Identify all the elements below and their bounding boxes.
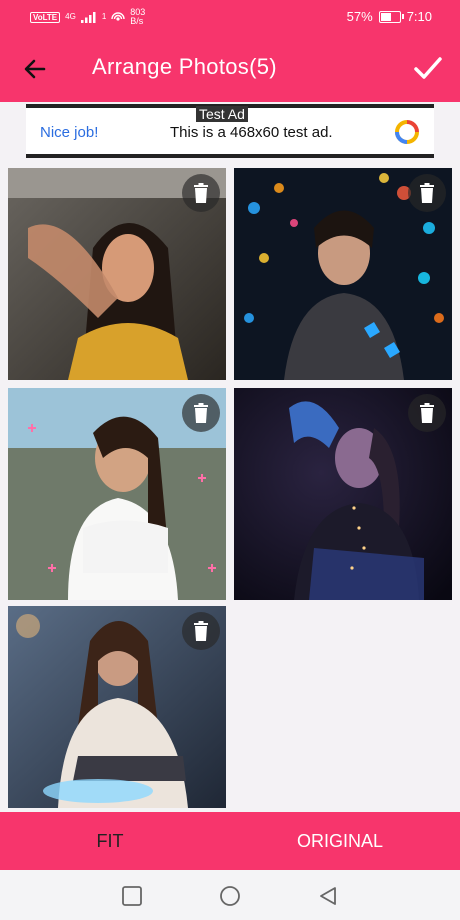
page-title: Arrange Photos(5)	[92, 54, 277, 79]
ad-nice-text: Nice job!	[40, 124, 99, 141]
test-ad-badge: Test Ad	[196, 106, 248, 122]
bottom-action-bar: FIT ORIGINAL	[0, 812, 460, 870]
status-right: 57% 7:10	[347, 9, 432, 24]
delete-button[interactable]	[182, 612, 220, 650]
trash-icon	[420, 403, 434, 423]
network-type: 4G	[65, 12, 76, 21]
recents-square-icon[interactable]	[121, 885, 143, 907]
photo-tile[interactable]	[8, 168, 226, 380]
back-triangle-icon[interactable]	[317, 885, 339, 907]
volte-badge: VoLTE	[30, 11, 61, 23]
status-left: VoLTE 4G 1 803 B/s	[30, 8, 145, 26]
trash-icon	[194, 621, 208, 641]
delete-button[interactable]	[408, 174, 446, 212]
battery-fill	[380, 12, 391, 21]
delete-button[interactable]	[408, 394, 446, 432]
battery-icon	[378, 10, 404, 23]
photo-tile[interactable]	[234, 388, 452, 600]
photo-tile[interactable]	[8, 388, 226, 600]
ad-body-text: This is a 468x60 test ad.	[170, 124, 333, 141]
status-bar: VoLTE 4G 1 803 B/s 57% 7:10	[0, 0, 460, 34]
hotspot-icon	[111, 12, 125, 21]
arrow-left-icon[interactable]	[20, 54, 50, 84]
checkmark-icon[interactable]	[412, 52, 444, 84]
clock: 7:10	[406, 9, 432, 24]
sim-number: 1	[101, 12, 107, 21]
home-circle-icon[interactable]	[219, 885, 241, 907]
delete-button[interactable]	[182, 394, 220, 432]
network-speed: 803 B/s	[130, 8, 145, 26]
top-toolbar: Arrange Photos(5)	[0, 34, 460, 102]
speed-unit: B/s	[130, 16, 144, 26]
delete-button[interactable]	[182, 174, 220, 212]
original-button[interactable]: ORIGINAL	[220, 812, 460, 870]
system-nav-bar	[0, 870, 460, 920]
photo-tile[interactable]	[234, 168, 452, 380]
trash-icon	[194, 403, 208, 423]
photo-tile[interactable]	[8, 606, 226, 808]
fit-button[interactable]: FIT	[0, 812, 220, 870]
trash-icon	[194, 183, 208, 203]
ad-banner[interactable]: Test Ad Nice job! This is a 468x60 test …	[26, 104, 434, 158]
trash-icon	[420, 183, 434, 203]
ad-logo-icon	[395, 120, 419, 144]
signal-icon	[80, 12, 96, 23]
battery-percent: 57%	[346, 9, 373, 24]
